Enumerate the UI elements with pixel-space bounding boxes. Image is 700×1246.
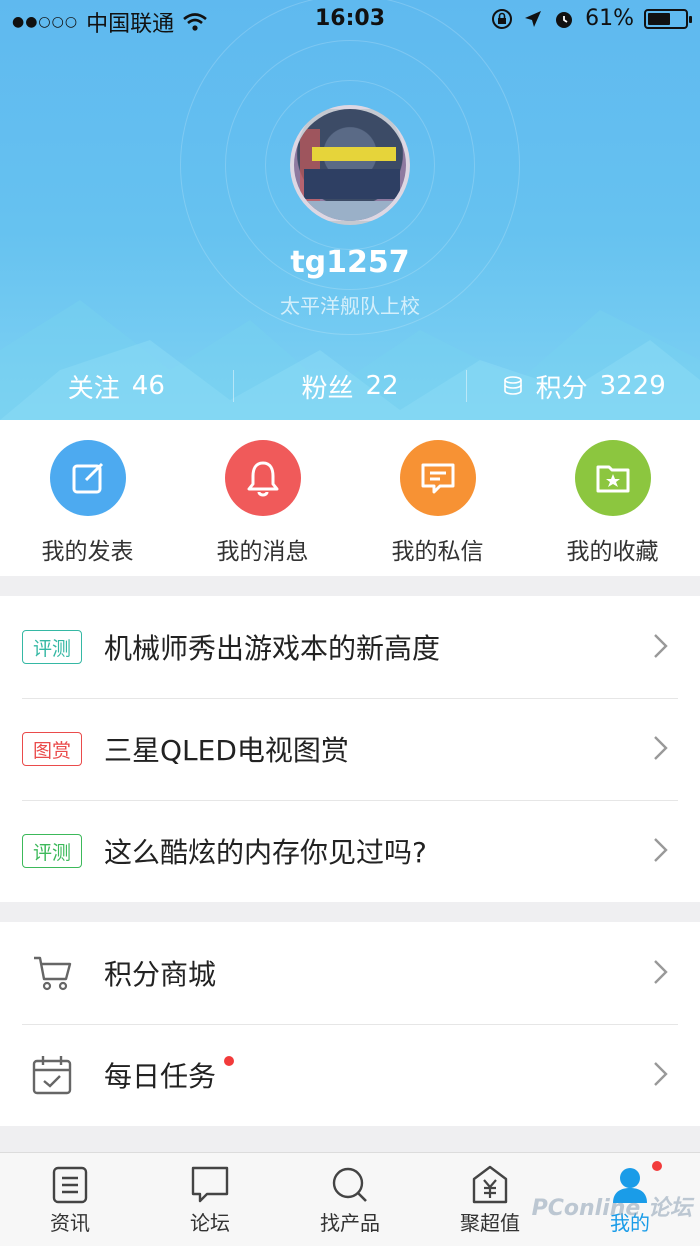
notification-dot <box>652 1161 662 1171</box>
points-mall-item[interactable]: 积分商城 <box>0 922 700 1024</box>
watermark: PConline 论坛 <box>531 1196 692 1221</box>
tab-label: 论坛 <box>190 1211 230 1235</box>
menu-list: 积分商城 每日任务 <box>0 922 700 1126</box>
battery-percent: 61% <box>585 6 634 31</box>
coins-icon <box>503 376 522 395</box>
stat-label: 粉丝 <box>301 373 354 404</box>
username[interactable]: tg1257 <box>0 245 700 280</box>
my-posts-button[interactable]: 我的发表 <box>0 420 175 576</box>
tab-forum[interactable]: 论坛 <box>140 1153 280 1246</box>
tab-find-product[interactable]: 找产品 <box>280 1153 420 1246</box>
user-rank: 太平洋舰队上校 <box>280 294 420 318</box>
article-title: 三星QLED电视图赏 <box>104 734 349 767</box>
quick-action-label: 我的发表 <box>41 539 134 565</box>
forum-icon <box>191 1166 229 1203</box>
my-favorites-button[interactable]: 我的收藏 <box>525 420 700 576</box>
rotation-lock-icon <box>492 8 513 29</box>
daily-tasks-item[interactable]: 每日任务 <box>0 1024 700 1126</box>
news-icon <box>52 1166 88 1204</box>
tab-label: 聚超值 <box>460 1211 520 1235</box>
cart-icon <box>34 956 72 991</box>
battery-fill <box>648 12 670 25</box>
menu-label: 积分商城 <box>104 958 217 991</box>
qcircle <box>49 440 126 516</box>
recommendation-list: 评测 机械师秀出游戏本的新高度 图赏 三星QLED电视图赏 评测 这么酷炫的内存… <box>0 596 700 902</box>
yen-tag-icon <box>472 1165 508 1204</box>
tab-label: 资讯 <box>50 1211 90 1235</box>
ricon <box>22 1053 82 1097</box>
calendar-check-icon <box>32 1056 72 1095</box>
edit-icon <box>72 462 103 494</box>
notification-dot <box>224 1056 235 1066</box>
article-title: 机械师秀出游戏本的新高度 <box>104 632 441 665</box>
category-tag: 评测 <box>22 834 82 868</box>
quick-actions: 我的发表 我的消息 我的私信 我的收藏 <box>0 420 700 576</box>
profile-header: ●●○○○ 中国联通 16:03 61% tg1257 太平洋舰队上校 关注 4… <box>0 0 700 420</box>
ricon <box>22 951 82 995</box>
location-arrow-icon <box>525 10 542 27</box>
battery-icon <box>644 8 692 29</box>
chevron-right-icon <box>654 1062 668 1086</box>
chevron-right-icon <box>654 634 668 658</box>
list-item[interactable]: 图赏 三星QLED电视图赏 <box>0 698 700 800</box>
qcircle <box>224 440 301 516</box>
bell-icon <box>247 461 278 497</box>
stat-label: 积分 <box>535 373 588 404</box>
search-icon <box>332 1167 367 1202</box>
quick-action-label: 我的私信 <box>391 539 484 565</box>
my-messages-button[interactable]: 我的消息 <box>175 420 350 576</box>
stat-following[interactable]: 关注 46 <box>0 362 233 410</box>
article-title: 这么酷炫的内存你见过吗? <box>104 836 427 869</box>
stat-label: 关注 <box>67 373 120 404</box>
avatar[interactable] <box>290 105 410 225</box>
qcircle <box>574 440 651 516</box>
stat-points[interactable]: 积分 3229 <box>467 362 700 410</box>
stat-value: 46 <box>131 371 165 401</box>
chevron-right-icon <box>654 838 668 862</box>
quick-action-label: 我的消息 <box>216 539 309 565</box>
stat-followers[interactable]: 粉丝 22 <box>234 362 467 410</box>
profile-stats: 关注 46 粉丝 22 积分 3229 <box>0 362 700 410</box>
quick-action-label: 我的收藏 <box>566 539 659 565</box>
qcircle <box>399 440 476 516</box>
category-tag: 图赏 <box>22 732 82 766</box>
star-folder-icon <box>596 465 629 493</box>
tab-news[interactable]: 资讯 <box>0 1153 140 1246</box>
list-item[interactable]: 评测 这么酷炫的内存你见过吗? <box>0 800 700 902</box>
alarm-icon <box>556 11 573 28</box>
stat-value: 3229 <box>599 371 666 401</box>
tab-label: 找产品 <box>320 1211 380 1235</box>
list-item[interactable]: 评测 机械师秀出游戏本的新高度 <box>0 596 700 698</box>
menu-label: 每日任务 <box>104 1060 217 1093</box>
chevron-right-icon <box>654 960 668 984</box>
my-private-messages-button[interactable]: 我的私信 <box>350 420 525 576</box>
chevron-right-icon <box>654 736 668 760</box>
stat-value: 22 <box>365 371 399 401</box>
category-tag: 评测 <box>22 630 82 664</box>
message-icon <box>421 463 454 494</box>
